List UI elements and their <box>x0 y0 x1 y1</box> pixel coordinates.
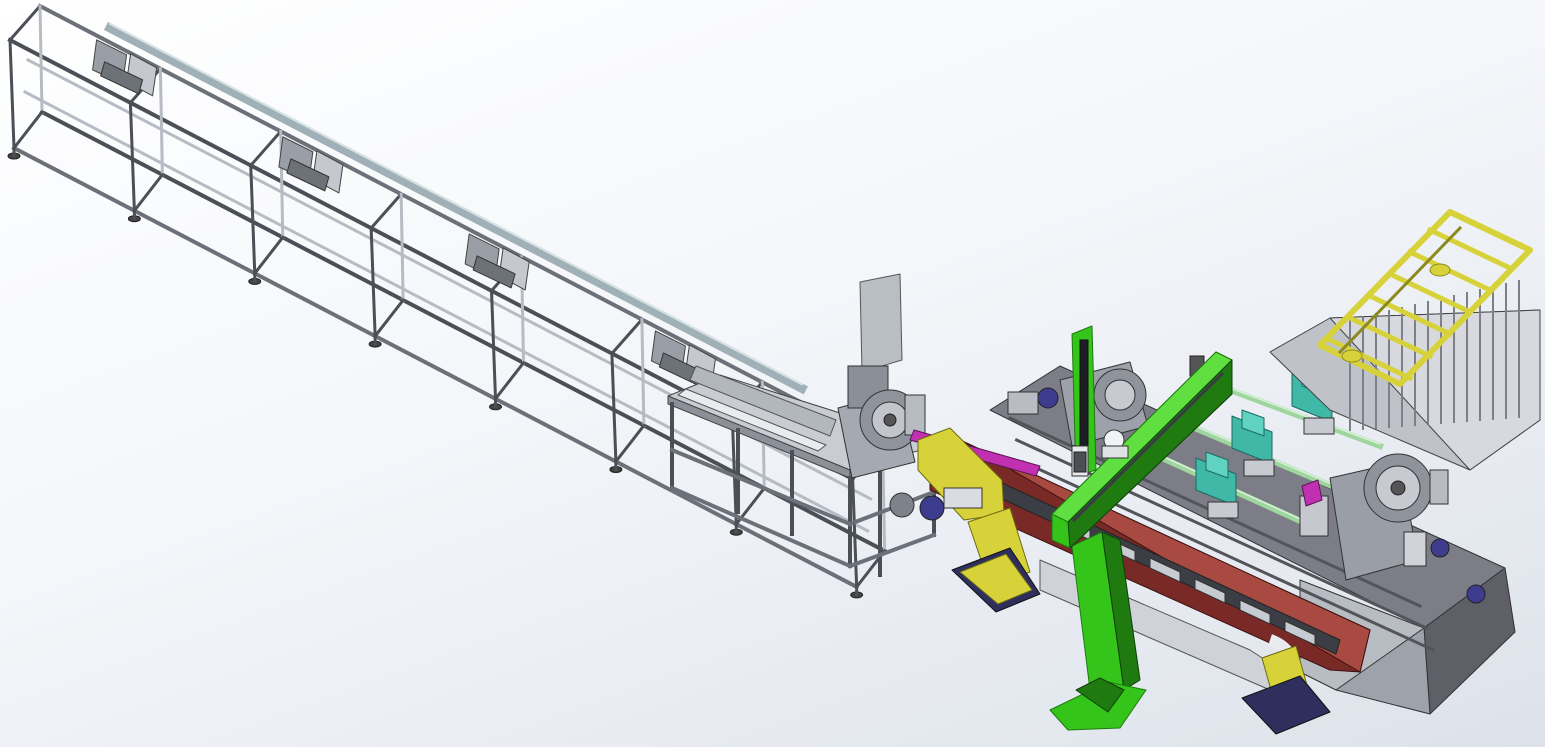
tailstock-motor <box>1466 584 1486 604</box>
rack-pipe-highlight <box>108 22 804 386</box>
rack-end-plate <box>859 273 903 373</box>
rack-cross-bottom <box>493 360 526 401</box>
rack-cross-bottom <box>613 423 646 464</box>
rack-upright-far <box>158 67 164 177</box>
teal-fixture-block <box>1243 459 1275 477</box>
tailstock-motor <box>1430 538 1450 558</box>
rack-cross-top <box>7 3 43 43</box>
rack-cross-bottom <box>373 297 406 339</box>
rack-upright-near <box>610 351 618 464</box>
z-axis-block <box>1073 451 1087 473</box>
headstock-motor <box>889 492 915 518</box>
cad-viewport[interactable] <box>0 0 1545 747</box>
rack-cross-bottom <box>252 235 285 276</box>
rack-mid-rail <box>22 89 870 533</box>
z-axis-cylinder-body <box>1101 445 1129 459</box>
rack-cross-bottom <box>11 109 45 151</box>
magazine-yellow-crossbar <box>1386 270 1474 316</box>
feed-rack-frame <box>7 3 903 599</box>
rack-cross-top <box>369 191 404 231</box>
rack-upright-near <box>489 289 498 401</box>
rack-upright-near <box>8 38 16 150</box>
magazine-yellow-knob <box>1341 349 1363 363</box>
rack-upright-far <box>640 317 646 428</box>
rack-upright-far <box>399 192 405 302</box>
headstock-spindle <box>883 413 897 427</box>
tailstock-spindle <box>1390 480 1406 496</box>
rack-cross-bottom <box>132 172 165 213</box>
rack-upright-far <box>38 4 44 114</box>
z-axis-rail <box>1079 339 1089 461</box>
base-headstock-motor <box>1037 387 1059 409</box>
rack-cross-top <box>248 129 283 168</box>
headstock-flange <box>904 394 926 436</box>
loading-frame-rail <box>669 485 853 569</box>
base-headstock-chuck-face <box>1104 379 1136 411</box>
yellow-pedestal-right-base <box>1241 675 1331 735</box>
teal-fixture-block <box>1303 417 1335 435</box>
yellow-arm-block <box>943 487 983 509</box>
rack-upright-near <box>128 101 136 213</box>
base-headstock-slide <box>1007 391 1039 415</box>
rack-upright-near <box>369 226 377 338</box>
rack-upright-near <box>730 414 738 526</box>
magazine-yellow-knob <box>1429 263 1451 277</box>
rack-upright-near <box>851 477 859 589</box>
tailstock-flange <box>1429 469 1449 505</box>
machine-assembly-3d-model <box>7 3 1541 735</box>
rack-pipe <box>103 21 808 395</box>
rack-upright-near <box>249 163 257 275</box>
yellow-arm-motor <box>919 495 945 521</box>
teal-fixture-block <box>1207 501 1239 519</box>
rack-cross-top <box>609 317 645 356</box>
tailstock-slide <box>1403 531 1427 567</box>
